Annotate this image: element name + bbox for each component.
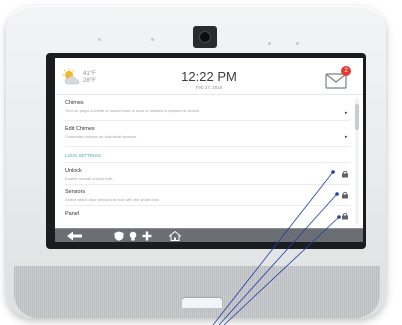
bezel-screw-dot: [98, 38, 101, 41]
list-item-subtitle: Select which door sensors to lock with t…: [65, 197, 159, 202]
list-item-subtitle: Turn on plays a chime or sound when a do…: [65, 108, 199, 113]
list-item-chimes[interactable]: Chimes Turn on plays a chime or sound wh…: [65, 100, 345, 113]
list-item-title: Chimes: [65, 100, 84, 106]
lock-icon[interactable]: [341, 170, 349, 178]
list-item-edit-chimes[interactable]: Edit Chimes Customize chimes for individ…: [65, 126, 345, 139]
list-item-sensors[interactable]: Sensors Select which door sensors to loc…: [65, 189, 345, 202]
lock-icon[interactable]: [341, 191, 349, 199]
notification-badge: 2: [341, 66, 351, 76]
shield-icon[interactable]: [113, 231, 125, 241]
home-icon[interactable]: [169, 231, 181, 241]
speaker-grille: [14, 266, 380, 318]
list-item-title: Sensors: [65, 189, 86, 195]
bezel-screw-dot: [268, 42, 271, 45]
back-arrow-icon[interactable]: [67, 231, 83, 241]
divider: [65, 120, 350, 121]
clock-date: Feb 27, 2018: [195, 85, 223, 90]
divider: [65, 205, 350, 206]
list-item-unlock[interactable]: Unlock Enable remote unlock with...: [65, 168, 345, 181]
lock-icon[interactable]: [341, 212, 349, 220]
status-bar: 41°F 28°F 12:22 PM Feb 27, 2018 2: [55, 58, 363, 95]
chevron-right-icon[interactable]: ▸: [345, 134, 348, 140]
list-item-title: Unlock: [65, 168, 82, 174]
lightbulb-icon[interactable]: [127, 231, 139, 241]
speaker-tab: [182, 298, 222, 308]
camera-icon: [193, 26, 217, 48]
chevron-right-icon[interactable]: ▸: [345, 110, 348, 116]
list-item-subtitle: Enable remote unlock with...: [65, 176, 116, 181]
bezel-screw-dot: [296, 42, 299, 45]
list-item-title: Panel: [65, 211, 80, 217]
plus-icon[interactable]: [141, 231, 153, 241]
list-item-panel[interactable]: Panel: [65, 211, 345, 219]
divider: [65, 184, 350, 185]
list-item-title: Edit Chimes: [65, 126, 95, 132]
clock-time: 12:22 PM: [181, 69, 237, 84]
section-header: LOCK SETTINGS: [65, 153, 102, 158]
touch-screen: 41°F 28°F 12:22 PM Feb 27, 2018 2 Chimes…: [55, 58, 363, 242]
divider: [65, 146, 350, 147]
divider: [65, 162, 350, 163]
list-item-subtitle: Customize chimes for individual sensors: [65, 134, 137, 139]
scrollbar-thumb[interactable]: [355, 104, 359, 130]
bottom-navigation-bar: [55, 228, 363, 242]
bezel-screw-dot: [151, 38, 154, 41]
